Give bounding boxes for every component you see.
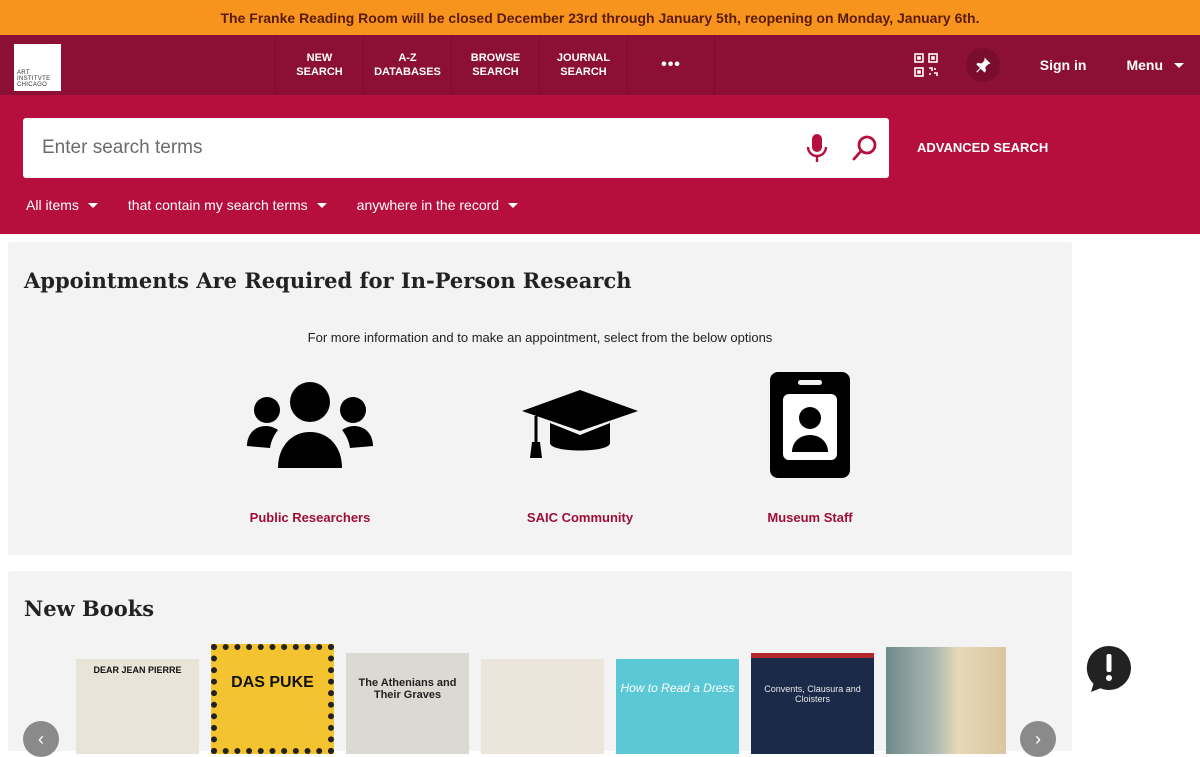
search-icon[interactable] [851, 134, 879, 162]
museum-staff-label: Museum Staff [767, 510, 853, 525]
saic-community-option[interactable]: SAIC Community [490, 370, 670, 525]
book-cover[interactable]: DAS PUKE [211, 644, 334, 754]
graduation-cap-icon [522, 390, 638, 458]
chevron-down-icon [1174, 62, 1184, 68]
nav-links: NEW SEARCH A-Z DATABASES BROWSE SEARCH J… [275, 35, 715, 95]
right-nav: Sign in Menu [913, 35, 1200, 95]
chevron-right-icon: › [1035, 728, 1041, 749]
chevron-down-icon [87, 202, 98, 208]
nav-new-search[interactable]: NEW SEARCH [275, 35, 363, 95]
filter-field-label: anywhere in the record [356, 197, 500, 213]
nav-more-button[interactable]: ••• [627, 35, 715, 95]
filter-match-label: that contain my search terms [127, 197, 308, 213]
public-researchers-label: Public Researchers [249, 510, 371, 525]
book-cover[interactable]: The Athenians and Their Graves [346, 653, 469, 754]
book-title: DEAR JEAN PIERRE [93, 665, 182, 675]
art-institute-logo[interactable]: ART INSTITVTE CHICAGO [14, 44, 61, 91]
carousel-next-button[interactable]: › [1020, 721, 1056, 757]
new-books-title: New Books [24, 596, 155, 621]
logo-line-3: CHICAGO [17, 82, 48, 88]
book-title: How to Read a Dress [620, 681, 735, 695]
id-badge-icon [770, 372, 850, 478]
book-cover[interactable] [886, 647, 1006, 754]
qr-code-icon[interactable] [913, 53, 938, 77]
book-cover[interactable]: Convents, Clausura and Cloisters [751, 653, 874, 754]
public-researchers-option[interactable]: Public Researchers [220, 370, 400, 525]
search-input[interactable] [23, 137, 805, 159]
saic-community-label: SAIC Community [526, 510, 634, 525]
books-carousel: DEAR JEAN PIERRE DAS PUKE The Athenians … [76, 644, 1006, 754]
feedback-alert-icon[interactable] [1086, 645, 1132, 693]
nav-journal-search[interactable]: JOURNAL SEARCH [539, 35, 627, 95]
chevron-left-icon: ‹ [38, 728, 44, 749]
filter-scope-dropdown[interactable]: All items [26, 197, 98, 213]
carousel-prev-button[interactable]: ‹ [23, 721, 59, 757]
filter-field-dropdown[interactable]: anywhere in the record [356, 197, 519, 213]
menu-button[interactable]: Menu [1126, 57, 1184, 73]
book-title: DAS PUKE [231, 674, 314, 691]
book-title: The Athenians and Their Graves [358, 677, 457, 701]
users-icon [247, 382, 373, 468]
banner-text: The Franke Reading Room will be closed D… [220, 9, 980, 26]
search-filters: All items that contain my search terms a… [26, 197, 519, 213]
chevron-down-icon [508, 202, 519, 208]
advanced-search-link[interactable]: ADVANCED SEARCH [917, 140, 1048, 155]
nav-browse-search[interactable]: BROWSE SEARCH [451, 35, 539, 95]
filter-match-dropdown[interactable]: that contain my search terms [128, 197, 327, 213]
pin-button[interactable] [965, 48, 1000, 82]
nav-az-databases[interactable]: A-Z DATABASES [363, 35, 451, 95]
microphone-icon[interactable] [805, 133, 829, 163]
search-box [23, 118, 889, 178]
closure-banner: The Franke Reading Room will be closed D… [0, 0, 1200, 35]
filter-scope-label: All items [26, 197, 79, 213]
search-zone: ADVANCED SEARCH All items that contain m… [0, 95, 1200, 234]
museum-staff-option[interactable]: Museum Staff [720, 370, 900, 525]
appointments-card: Appointments Are Required for In-Person … [8, 242, 1072, 555]
book-title: Convents, Clausura and Cloisters [764, 684, 861, 704]
appointments-title: Appointments Are Required for In-Person … [24, 268, 632, 293]
chevron-down-icon [316, 202, 327, 208]
pin-icon [976, 57, 991, 73]
new-books-card: New Books DEAR JEAN PIERRE DAS PUKE The … [8, 571, 1072, 757]
top-navigation: ART INSTITVTE CHICAGO NEW SEARCH A-Z DAT… [0, 35, 1200, 95]
menu-label: Menu [1126, 57, 1163, 73]
sign-in-link[interactable]: Sign in [1040, 57, 1087, 73]
appointments-info: For more information and to make an appo… [307, 330, 773, 345]
